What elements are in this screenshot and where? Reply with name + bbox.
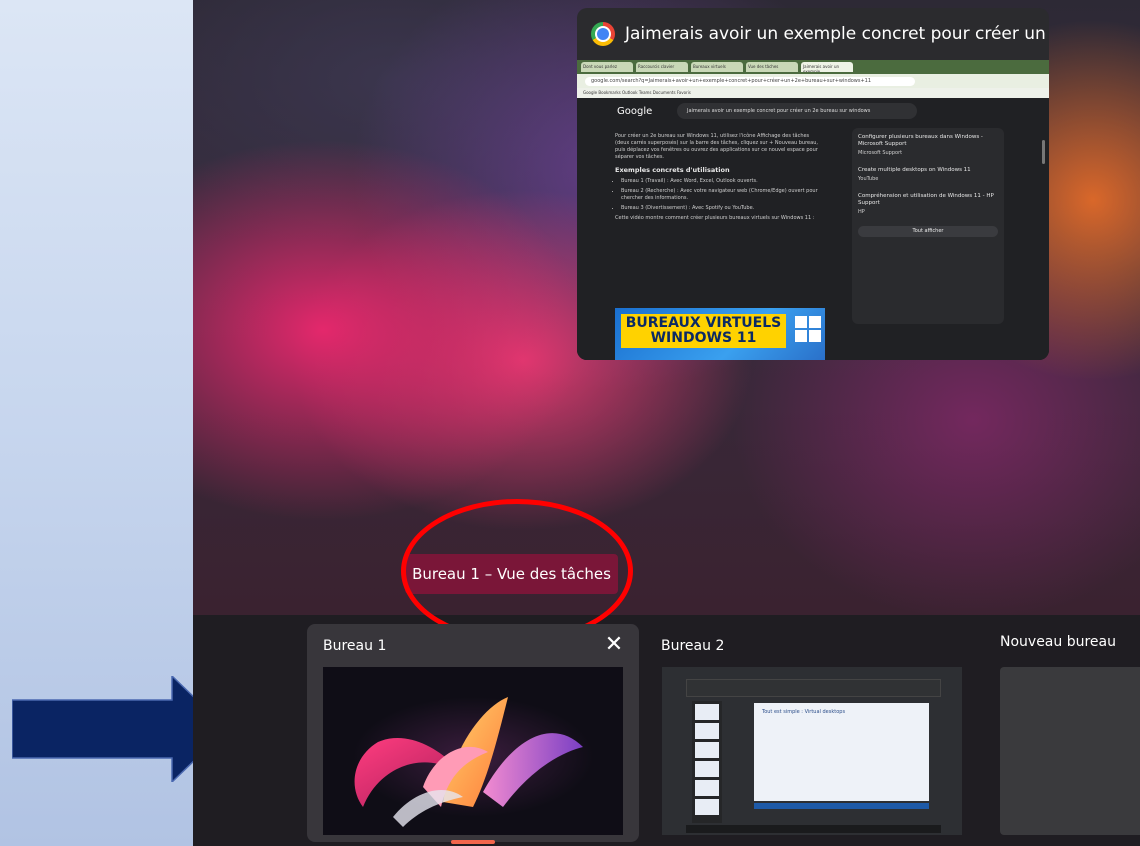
close-icon[interactable]: ✕ [603, 634, 625, 656]
window-preview-titlebar[interactable]: Jaimerais avoir un exemple concret pour … [577, 8, 1049, 60]
video-caption: Cette vidéo montre comment créer plusieu… [615, 215, 815, 221]
side-result: Compréhension et utilisation de Windows … [858, 193, 994, 215]
browser-tab: Bureaux virtuels [691, 62, 743, 72]
page-scrollbar [1042, 140, 1045, 164]
google-logo: Google [617, 106, 653, 117]
window-preview-title: Jaimerais avoir un exemple concret pour … [625, 24, 1049, 44]
browser-tab: Vue des tâches [746, 62, 798, 72]
video-thumbnail: BUREAUX VIRTUELS WINDOWS 11 [615, 308, 825, 360]
active-desktop-indicator [451, 840, 495, 844]
desktop-bureau-1[interactable]: Bureau 1 ✕ [307, 624, 639, 844]
overview-list: Bureau 1 (Travail) : Avec Word, Excel, O… [615, 178, 825, 212]
desktop-label: Nouveau bureau [1000, 634, 1116, 650]
list-item: Bureau 1 (Travail) : Avec Word, Excel, O… [621, 178, 825, 185]
highlight-circle-annotation [401, 499, 633, 643]
windows-logo-icon [795, 316, 821, 342]
new-desktop-placeholder[interactable] [1000, 667, 1140, 835]
desktop-label: Bureau 1 [323, 638, 387, 654]
new-desktop-button[interactable]: Nouveau bureau [993, 624, 1140, 842]
desktop-bureau-2[interactable]: Bureau 2 Tout est simple : Virtual deskt… [647, 624, 977, 842]
show-all-button: Tout afficher [858, 226, 998, 237]
window-preview-chrome[interactable]: Jaimerais avoir un exemple concret pour … [577, 8, 1049, 360]
google-search-box: Jaimerais avoir un exemple concret pour … [677, 103, 917, 119]
desktop-thumbnail[interactable]: Tout est simple : Virtual desktops [662, 667, 962, 835]
video-banner-text: BUREAUX VIRTUELS WINDOWS 11 [621, 314, 786, 348]
chrome-icon [591, 22, 615, 46]
side-results-panel: Configurer plusieurs bureaux dans Window… [852, 128, 1004, 324]
ai-overview: Pour créer un 2e bureau sur Windows 11, … [615, 133, 825, 222]
overview-intro: Pour créer un 2e bureau sur Windows 11, … [615, 133, 818, 160]
app-ribbon [686, 679, 941, 697]
slide-text: Tout est simple : Virtual desktops [762, 709, 846, 715]
slide-panel [692, 701, 722, 823]
window-preview-thumbnail: Dont vous parlez Raccourcis clavier Bure… [577, 60, 1049, 360]
side-result: Configurer plusieurs bureaux dans Window… [858, 134, 983, 156]
task-view-screen: Jaimerais avoir un exemple concret pour … [193, 0, 1140, 846]
slide-canvas: Tout est simple : Virtual desktops [754, 703, 929, 801]
address-field: google.com/search?q=Jaimerais+avoir+un+e… [585, 76, 915, 86]
google-results-page: Google Jaimerais avoir un exemple concre… [577, 98, 1049, 360]
browser-tab-strip: Dont vous parlez Raccourcis clavier Bure… [577, 60, 1049, 74]
wallpaper-bloom-art [354, 697, 583, 827]
desktop-label: Bureau 2 [661, 638, 725, 654]
list-item: Bureau 2 (Recherche) : Avec votre naviga… [621, 188, 825, 202]
overview-heading: Exemples concrets d'utilisation [615, 166, 730, 174]
status-bar [686, 825, 941, 833]
side-result: Create multiple desktops on Windows 11 Y… [858, 167, 971, 182]
bookmarks-bar: Google Bookmarks Outlook Teams Documents… [577, 88, 1049, 98]
slide-footer-bar [754, 803, 929, 809]
desktop-thumbnail[interactable] [323, 667, 623, 835]
browser-tab: Dont vous parlez [581, 62, 633, 72]
list-item: Bureau 3 (Divertissement) : Avec Spotify… [621, 205, 825, 212]
browser-address-bar: google.com/search?q=Jaimerais+avoir+un+e… [577, 74, 1049, 88]
browser-tab-active: Jaimerais avoir un exemple [801, 62, 853, 72]
browser-tab: Raccourcis clavier [636, 62, 688, 72]
